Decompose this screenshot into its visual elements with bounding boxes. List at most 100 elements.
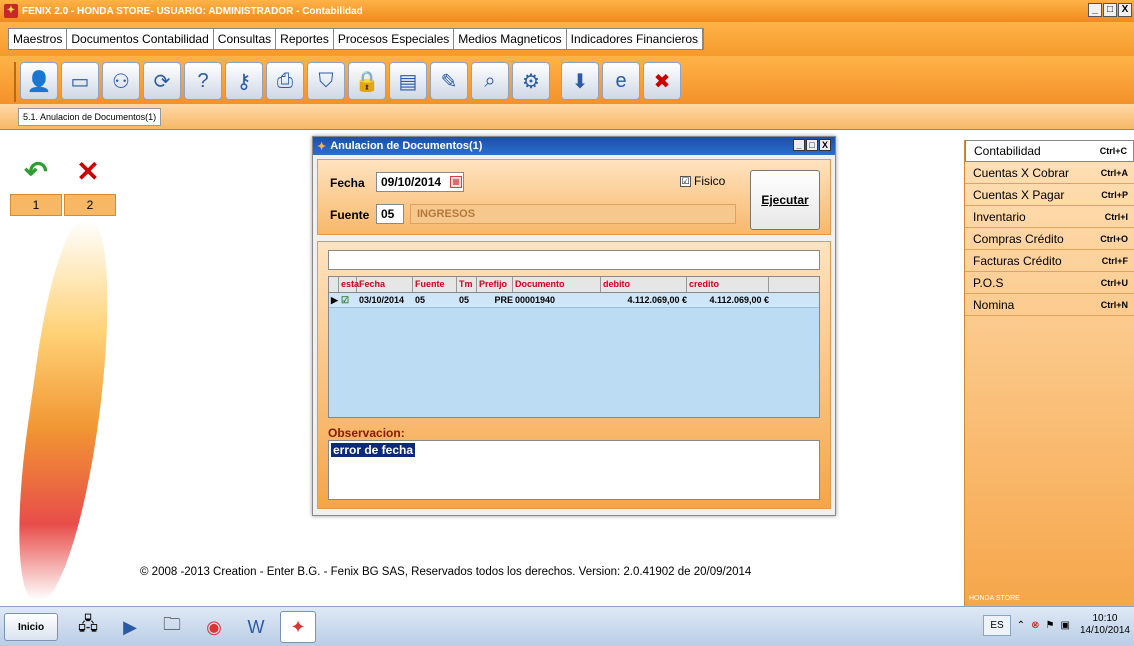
file-explorer-icon[interactable]: 🗀 bbox=[154, 611, 190, 643]
printer-icon[interactable]: ⎙ bbox=[266, 62, 304, 100]
help-icon[interactable]: ? bbox=[184, 62, 222, 100]
fenix-taskbar-icon[interactable]: ✦ bbox=[280, 611, 316, 643]
anulacion-dialog: ✦ Anulacion de Documentos(1) _ □ X Fecha… bbox=[312, 136, 836, 516]
system-tray: ES ⌃ ⊗ ⚑ ▣ 10:10 14/10/2014 bbox=[983, 613, 1130, 637]
powershell-icon[interactable]: ▶ bbox=[112, 611, 148, 643]
module-inventario[interactable]: Inventario Ctrl+I bbox=[965, 206, 1134, 228]
tray-monitor-icon[interactable]: ▣ bbox=[1060, 620, 1069, 631]
module-label: Cuentas X Cobrar bbox=[973, 165, 1070, 180]
module-nomina[interactable]: Nomina Ctrl+N bbox=[965, 294, 1134, 316]
fuente-code-input[interactable]: 05 bbox=[376, 204, 404, 224]
close-button[interactable]: X bbox=[1118, 3, 1132, 17]
menu-reportes[interactable]: Reportes bbox=[276, 29, 334, 49]
menu-indicadores-financieros[interactable]: Indicadores Financieros bbox=[567, 29, 704, 49]
toolbar: 👤 ▭ ⚇ ⟳ ? ⚷ ⎙ ⛉ 🔒 ▤ ✎ ⌕ ⚙ ⬇ e ✖ bbox=[14, 62, 684, 102]
maximize-button[interactable]: □ bbox=[1103, 3, 1117, 17]
settings-icon[interactable]: ⚙ bbox=[512, 62, 550, 100]
tray-clock[interactable]: 10:10 14/10/2014 bbox=[1080, 613, 1130, 637]
module-shortcut: Ctrl+F bbox=[1101, 255, 1128, 266]
calendar-icon[interactable]: ▦ bbox=[450, 176, 462, 188]
close-x-icon[interactable]: ✕ bbox=[62, 150, 114, 192]
module-cuentas-x-pagar[interactable]: Cuentas X Pagar Ctrl+P bbox=[965, 184, 1134, 206]
language-indicator[interactable]: ES bbox=[983, 614, 1011, 636]
fenix-app-icon: ✦ bbox=[4, 4, 18, 18]
col-esta[interactable]: esta bbox=[339, 277, 359, 292]
dialog-maximize-button[interactable]: □ bbox=[806, 139, 818, 151]
shield-icon[interactable]: ⛉ bbox=[307, 62, 345, 100]
store-watermark: HONDA STORE bbox=[969, 595, 1020, 602]
menu-medios-magneticos[interactable]: Medios Magneticos bbox=[454, 29, 567, 49]
taskbar-apps: 🖧 ▶ 🗀 ◉ W ✦ bbox=[70, 611, 322, 643]
menu-bar: Maestros Documentos Contabilidad Consult… bbox=[8, 28, 705, 50]
left-tab-2[interactable]: 2 bbox=[64, 194, 116, 216]
word-icon[interactable]: W bbox=[238, 611, 274, 643]
dialog-minimize-button[interactable]: _ bbox=[793, 139, 805, 151]
modules-panel: Contabilidad Ctrl+C Cuentas X Cobrar Ctrl+… bbox=[964, 140, 1134, 606]
row-esta-checkbox[interactable]: ☑ bbox=[339, 293, 357, 307]
fuente-description: INGRESOS bbox=[410, 204, 736, 224]
back-arrow-icon[interactable]: ↶ bbox=[10, 150, 62, 192]
ejecutar-button[interactable]: Ejecutar bbox=[750, 170, 820, 230]
lock-icon[interactable]: 🔒 bbox=[348, 62, 386, 100]
dialog-params-panel: Fecha 09/10/2014 ▦ ☑ Fisico Fuente 05 IN… bbox=[317, 159, 831, 235]
col-fecha[interactable]: Fecha bbox=[357, 277, 413, 292]
tray-network-icon[interactable]: ⊗ bbox=[1031, 620, 1039, 631]
col-documento[interactable]: Documento bbox=[513, 277, 601, 292]
col-credito[interactable]: credito bbox=[687, 277, 769, 292]
module-shortcut: Ctrl+U bbox=[1100, 277, 1128, 288]
module-compras-credito[interactable]: Compras Crédito Ctrl+O bbox=[965, 228, 1134, 250]
edit-icon[interactable]: ✎ bbox=[430, 62, 468, 100]
module-label: Contabilidad bbox=[974, 144, 1041, 158]
search-icon[interactable]: ⌕ bbox=[471, 62, 509, 100]
menu-documentos-contabilidad[interactable]: Documentos Contabilidad bbox=[67, 29, 214, 49]
filter-input[interactable] bbox=[328, 250, 820, 270]
tray-expand-icon[interactable]: ⌃ bbox=[1017, 620, 1025, 631]
col-debito[interactable]: debito bbox=[601, 277, 687, 292]
tab-anulacion-documentos[interactable]: 5.1. Anulacion de Documentos(1) bbox=[18, 108, 162, 126]
keys-icon[interactable]: ⚷ bbox=[225, 62, 263, 100]
clock-time: 10:10 bbox=[1092, 613, 1118, 624]
document-tabstrip bbox=[0, 104, 1134, 130]
users-network-icon[interactable]: ⚇ bbox=[102, 62, 140, 100]
module-facturas-credito[interactable]: Facturas Crédito Ctrl+F bbox=[965, 250, 1134, 272]
module-pos[interactable]: P.O.S Ctrl+U bbox=[965, 272, 1134, 294]
dialog-results-panel: esta Fecha Fuente Tm Prefijo Documento d… bbox=[317, 241, 831, 509]
window-controls: _ □ X bbox=[1087, 3, 1132, 17]
copyright-text: © 2008 -2013 Creation - Enter B.G. - Fen… bbox=[140, 566, 752, 578]
menu-procesos-especiales[interactable]: Procesos Especiales bbox=[334, 29, 455, 49]
chrome-icon[interactable]: ◉ bbox=[196, 611, 232, 643]
close-app-icon[interactable]: ✖ bbox=[643, 62, 681, 100]
module-shortcut: Ctrl+I bbox=[1104, 211, 1128, 222]
left-tabs: 1 2 bbox=[10, 194, 118, 216]
left-tab-1[interactable]: 1 bbox=[10, 194, 62, 216]
cell-fecha: 03/10/2014 bbox=[359, 295, 405, 305]
cell-credito: 4.112.069,00 € bbox=[709, 295, 769, 305]
menu-consultas[interactable]: Consultas bbox=[214, 29, 277, 49]
start-button[interactable]: Inicio bbox=[4, 613, 58, 641]
module-cuentas-x-cobrar[interactable]: Cuentas X Cobrar Ctrl+A bbox=[965, 162, 1134, 184]
dialog-close-button[interactable]: X bbox=[819, 139, 831, 151]
notepad-icon[interactable]: ▤ bbox=[389, 62, 427, 100]
network-app-icon[interactable]: 🖧 bbox=[70, 611, 106, 643]
col-tm[interactable]: Tm bbox=[457, 277, 477, 292]
window-title: FENIX 2.0 - HONDA STORE- USUARIO: ADMINI… bbox=[22, 5, 363, 17]
user-icon[interactable]: 👤 bbox=[20, 62, 58, 100]
module-shortcut: Ctrl+N bbox=[1100, 299, 1128, 310]
row-selector-header bbox=[329, 277, 339, 292]
refresh-icon[interactable]: ⟳ bbox=[143, 62, 181, 100]
internet-explorer-icon[interactable]: e bbox=[602, 62, 640, 100]
download-icon[interactable]: ⬇ bbox=[561, 62, 599, 100]
fisico-check-box[interactable]: ☑ bbox=[680, 175, 691, 187]
tray-flag-icon[interactable]: ⚑ bbox=[1046, 620, 1055, 631]
cell-prefijo: PRE bbox=[494, 295, 513, 305]
scanner-icon[interactable]: ▭ bbox=[61, 62, 99, 100]
table-row[interactable]: ▶ ☑ 03/10/2014 05 05 PRE 00001940 4.112.… bbox=[329, 293, 819, 308]
col-fuente[interactable]: Fuente bbox=[413, 277, 457, 292]
minimize-button[interactable]: _ bbox=[1088, 3, 1102, 17]
module-contabilidad[interactable]: Contabilidad Ctrl+C bbox=[965, 140, 1134, 162]
fisico-checkbox[interactable]: ☑ Fisico bbox=[680, 174, 725, 188]
fecha-label: Fecha bbox=[330, 176, 365, 190]
col-prefijo[interactable]: Prefijo bbox=[477, 277, 513, 292]
observacion-textarea[interactable]: error de fecha bbox=[328, 440, 820, 500]
menu-maestros[interactable]: Maestros bbox=[9, 29, 68, 49]
